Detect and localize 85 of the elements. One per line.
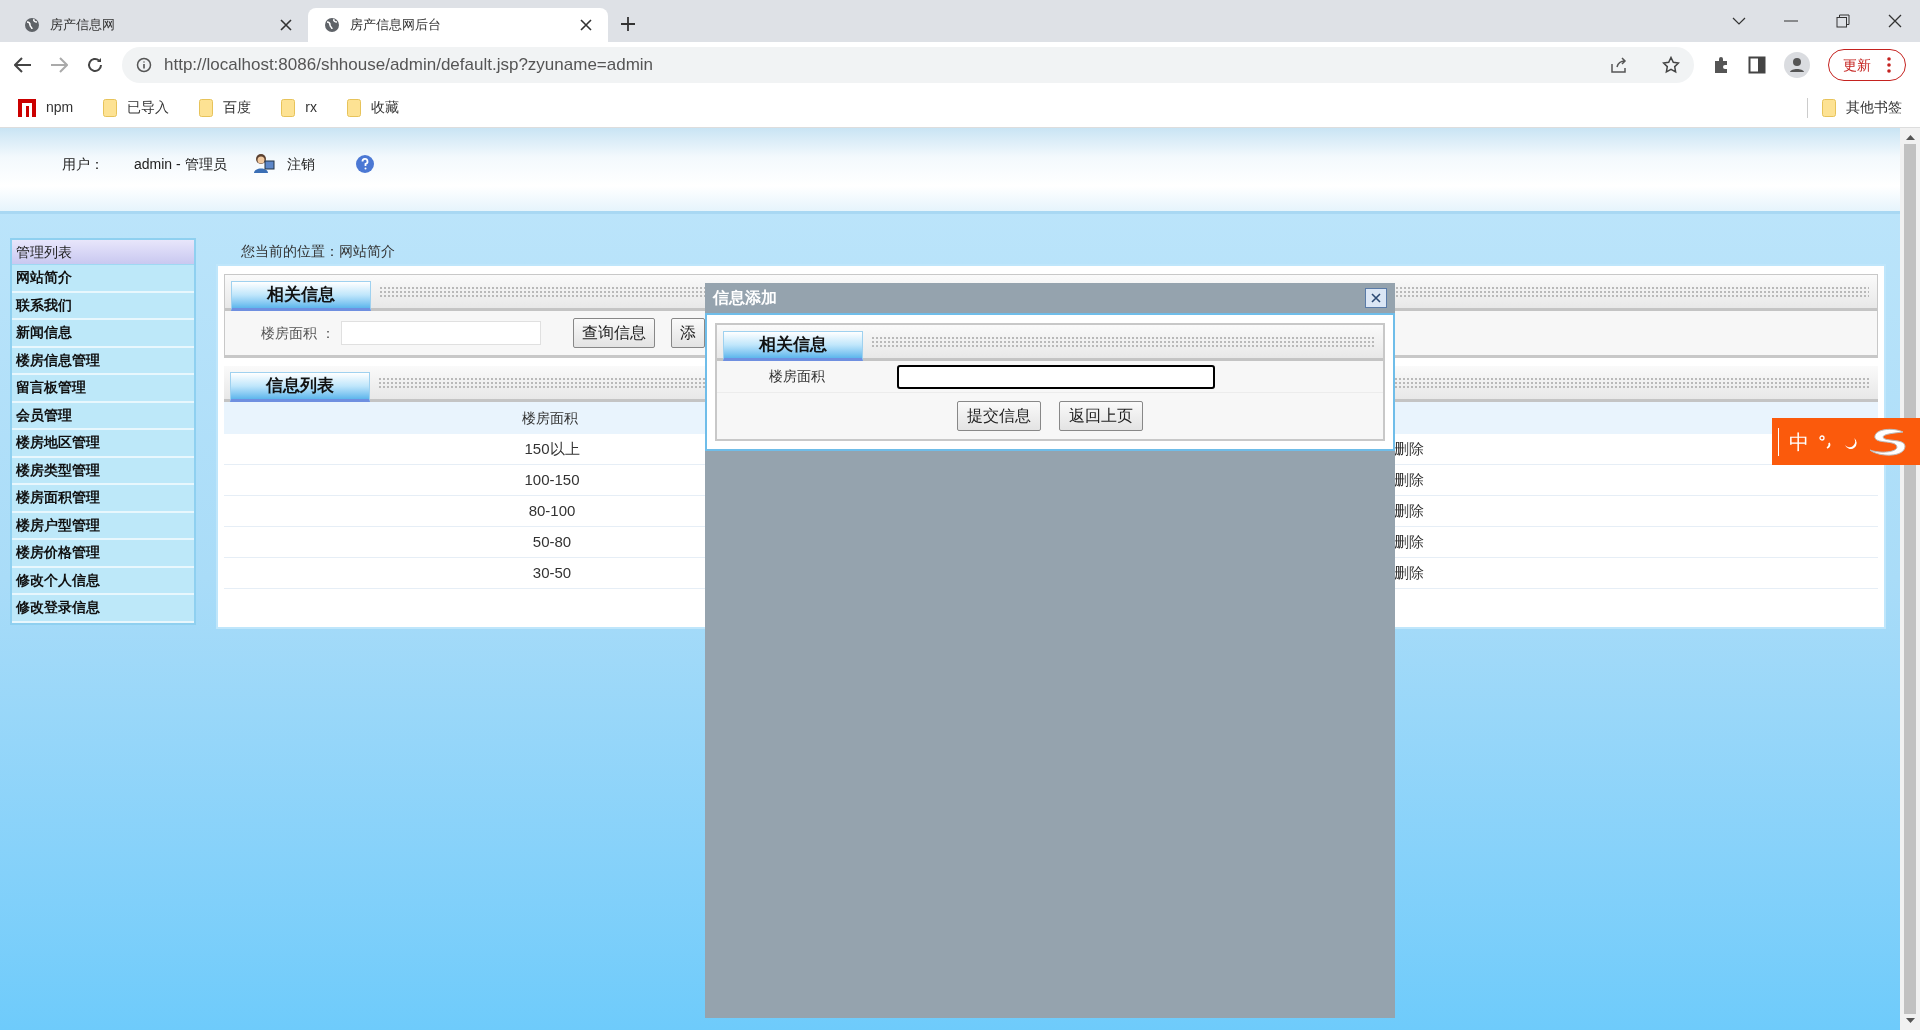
back-icon[interactable] xyxy=(14,57,32,73)
user-icon xyxy=(252,152,275,174)
bookmark[interactable]: npm xyxy=(18,97,74,118)
section-title: 信息列表 xyxy=(230,372,370,402)
delete-link[interactable]: 删除 xyxy=(1394,468,1424,492)
scroll-up-icon[interactable] xyxy=(1905,134,1915,140)
folder-icon xyxy=(281,98,296,117)
tab-title: 房产信息网 xyxy=(50,16,116,35)
sidebar-item[interactable]: 修改登录信息 xyxy=(12,595,194,623)
user-label: 用户： xyxy=(62,155,104,174)
sidebar-item[interactable]: 联系我们 xyxy=(12,292,194,320)
npm-icon xyxy=(18,98,36,117)
sidebar-item[interactable]: 楼房价格管理 xyxy=(12,540,194,568)
close-icon[interactable] xyxy=(1888,14,1902,28)
reload-icon[interactable] xyxy=(86,56,104,74)
area-field[interactable] xyxy=(897,364,1215,389)
bookmark[interactable]: 其他书签 xyxy=(1822,97,1902,118)
dialog-title: 信息添加 xyxy=(713,288,777,308)
sidebar-title: 管理列表 xyxy=(12,240,194,265)
sidebar-item[interactable]: 会员管理 xyxy=(12,402,194,430)
close-icon[interactable] xyxy=(280,19,292,31)
sidebar-item[interactable]: 楼房面积管理 xyxy=(12,485,194,513)
search-field[interactable] xyxy=(340,321,541,345)
sidebar-item[interactable]: 网站简介 xyxy=(12,265,194,293)
close-icon[interactable] xyxy=(580,19,592,31)
info-icon[interactable] xyxy=(136,57,152,73)
delete-link[interactable]: 删除 xyxy=(1394,561,1424,585)
punctuation-icon[interactable] xyxy=(1819,434,1833,449)
puzzle-icon[interactable] xyxy=(1712,56,1730,74)
table-cell-text: 30-50 xyxy=(531,562,573,583)
section-title: 相关信息 xyxy=(231,281,371,311)
sidebar-item[interactable]: 留言板管理 xyxy=(12,375,194,403)
profile-icon[interactable] xyxy=(1784,52,1810,78)
sidebar-item[interactable]: 楼房类型管理 xyxy=(12,457,194,485)
folder-icon xyxy=(346,98,361,117)
globe-icon xyxy=(324,17,340,33)
browser-tab[interactable]: 房产信息网 xyxy=(8,8,308,42)
breadcrumb: 您当前的位置：网站简介 xyxy=(240,241,396,261)
delete-link[interactable]: 删除 xyxy=(1394,437,1424,461)
submit-button[interactable]: 提交信息 xyxy=(957,401,1041,431)
sidebar-item[interactable]: 楼房地区管理 xyxy=(12,430,194,458)
folder-icon xyxy=(199,98,214,117)
table-cell-text: 100-150 xyxy=(523,469,581,490)
browser-tab[interactable]: 房产信息网后台 xyxy=(308,8,608,42)
table-cell-text: 50-80 xyxy=(531,531,573,552)
field-label: 楼房面积 xyxy=(768,367,826,386)
logout-link[interactable]: 注销 xyxy=(286,154,315,175)
scrollbar[interactable] xyxy=(1900,128,1920,1030)
address-bar[interactable]: http://localhost:8086/shhouse/admin/default.jsp?zyuname=admin xyxy=(122,47,1694,83)
chevron-down-icon[interactable] xyxy=(1732,16,1746,26)
update-button[interactable]: 更新 xyxy=(1828,49,1906,81)
bookmark[interactable]: 收藏 xyxy=(346,97,399,118)
sidebar-item[interactable]: 新闻信息 xyxy=(12,320,194,348)
globe-icon xyxy=(24,17,40,33)
table-cell-text: 80-100 xyxy=(527,500,577,521)
restore-icon[interactable] xyxy=(1836,14,1850,28)
sidebar-item[interactable]: 楼房户型管理 xyxy=(12,512,194,540)
table-cell-text: 150以上 xyxy=(523,438,581,459)
sidebar-item[interactable]: 楼房信息管理 xyxy=(12,347,194,375)
bookmark[interactable]: 百度 xyxy=(199,97,252,118)
new-tab-icon[interactable] xyxy=(620,16,636,32)
back-button[interactable]: 返回上页 xyxy=(1059,401,1143,431)
tab-title: 房产信息网后台 xyxy=(350,16,442,35)
side-panel-icon[interactable] xyxy=(1748,56,1766,74)
delete-link[interactable]: 删除 xyxy=(1394,530,1424,554)
bookmark[interactable]: 已导入 xyxy=(103,97,170,118)
star-icon[interactable] xyxy=(1662,56,1680,74)
logo-icon xyxy=(1867,426,1907,457)
user-name: admin - 管理员 xyxy=(134,155,227,174)
share-icon[interactable] xyxy=(1610,56,1628,74)
scroll-down-icon[interactable] xyxy=(1905,1018,1915,1024)
delete-link[interactable]: 删除 xyxy=(1394,499,1424,523)
bookmark[interactable]: rx xyxy=(281,97,317,118)
section-title: 相关信息 xyxy=(723,331,863,361)
sidebar-item[interactable]: 修改个人信息 xyxy=(12,567,194,595)
folder-icon xyxy=(103,98,118,117)
close-icon[interactable] xyxy=(1365,288,1387,308)
column-header: 楼房面积 xyxy=(521,408,579,428)
field-label: 楼房面积 ： xyxy=(261,323,335,343)
add-button[interactable]: 添 xyxy=(670,318,705,348)
search-button[interactable]: 查询信息 xyxy=(572,318,655,348)
folder-icon xyxy=(1822,98,1836,117)
help-icon[interactable] xyxy=(354,154,375,174)
url-text: http://localhost:8086/shhouse/admin/default.jsp?zyuname=admin xyxy=(164,54,654,77)
more-icon xyxy=(1887,57,1891,73)
